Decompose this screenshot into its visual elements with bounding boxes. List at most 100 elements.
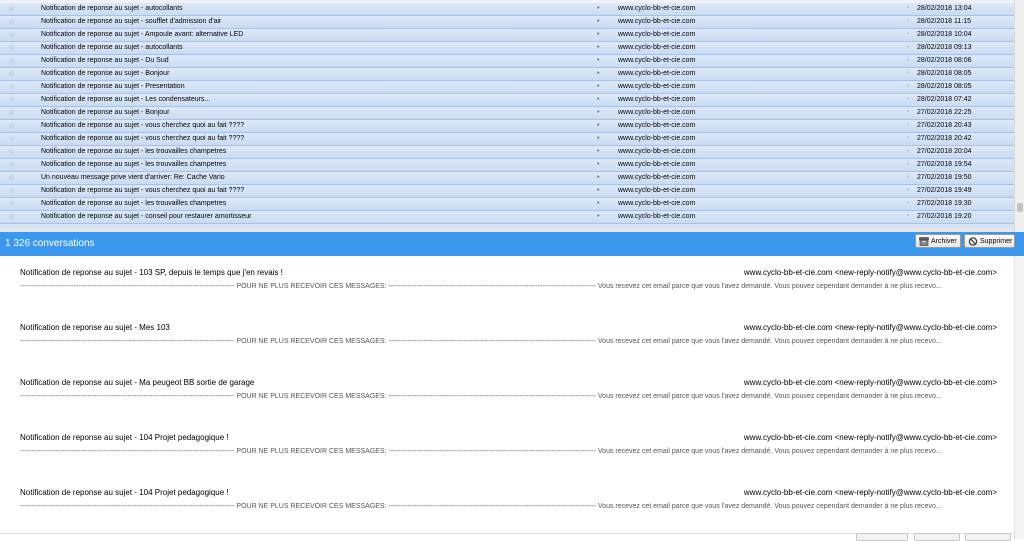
star-icon[interactable]: ☆ [8,133,15,145]
read-status-icon[interactable]: • [597,81,599,93]
footer-button[interactable] [965,533,1011,541]
star-icon[interactable]: ☆ [8,185,15,197]
conversation-sender: www.cyclo-bb-et-cie.com <new-reply-notif… [743,488,997,497]
star-icon[interactable]: ☆ [8,3,15,15]
conversation-title: Notification de reponse au sujet - 104 P… [20,488,229,497]
message-subject: Notification de reponse au sujet - Les c… [41,96,211,103]
message-date: 27/02/2018 19:50 [917,174,972,181]
conversation-card[interactable]: Notification de reponse au sujet - 104 P… [0,423,1014,479]
read-status-icon[interactable]: • [597,172,599,184]
star-icon[interactable]: ☆ [8,211,15,223]
archive-button[interactable]: Archiver [915,234,961,248]
message-row[interactable]: ☆ Notification de reponse au sujet - Pre… [0,81,1014,94]
read-status-icon[interactable]: • [597,107,599,119]
star-icon[interactable]: ☆ [8,16,15,28]
clock-icon: ◔ [905,5,910,12]
read-status-icon[interactable]: • [597,133,599,145]
conversation-title: Notification de reponse au sujet - Ma pe… [20,378,255,387]
message-row[interactable]: ☆ Notification de reponse au sujet - Les… [0,94,1014,107]
message-row[interactable]: ☆ Notification de reponse au sujet - Du … [0,55,1014,68]
message-subject: Notification de reponse au sujet - Bonjo… [41,109,170,116]
conversation-sender: www.cyclo-bb-et-cie.com <new-reply-notif… [743,378,997,387]
conversation-card[interactable]: Notification de reponse au sujet - 103 S… [0,258,1014,314]
read-status-icon[interactable]: • [597,29,599,41]
conversation-card[interactable]: Notification de reponse au sujet - Mes 1… [0,313,1014,369]
read-status-icon[interactable]: • [597,198,599,210]
star-icon[interactable]: ☆ [8,146,15,158]
star-icon[interactable]: ☆ [8,68,15,80]
conversation-preview: ----------------------------------------… [20,338,942,345]
star-icon[interactable]: ☆ [8,107,15,119]
star-icon[interactable]: ☆ [8,159,15,171]
read-status-icon[interactable]: • [597,159,599,171]
scrollbar-thumb[interactable] [1017,203,1023,212]
archive-label: Archiver [931,238,957,245]
message-row[interactable]: ☆ Notification de reponse au sujet - vou… [0,185,1014,198]
star-icon[interactable]: ☆ [8,55,15,67]
message-correspondent: www.cyclo-bb-et-cie.com [618,109,696,116]
star-icon[interactable]: ☆ [8,29,15,41]
conversation-preview: ----------------------------------------… [20,503,942,510]
message-correspondent: www.cyclo-bb-et-cie.com [618,161,696,168]
read-status-icon[interactable]: • [597,185,599,197]
conversation-preview: ----------------------------------------… [20,448,942,455]
read-status-icon[interactable]: • [597,68,599,80]
message-row[interactable]: ☆ Notification de reponse au sujet - aut… [0,42,1014,55]
conversation-card[interactable]: Notification de reponse au sujet - 104 P… [0,478,1014,534]
message-list[interactable]: ☆ Notification de reponse au sujet - aut… [0,0,1014,232]
message-row[interactable]: ☆ Un nouveau message prive vient d'arriv… [0,172,1014,185]
message-row[interactable]: ☆ Notification de reponse au sujet - les… [0,159,1014,172]
message-subject: Notification de reponse au sujet - vous … [41,135,245,142]
read-status-icon[interactable]: • [597,3,599,15]
star-icon[interactable]: ☆ [8,94,15,106]
clock-icon: ◔ [905,57,910,64]
conversations-header: 1 326 conversations [0,232,1024,256]
read-status-icon[interactable]: • [597,55,599,67]
star-icon[interactable]: ☆ [8,198,15,210]
message-subject: Notification de reponse au sujet - Ampou… [41,31,244,38]
message-row[interactable]: ☆ Notification de reponse au sujet - con… [0,211,1014,224]
conversation-card[interactable]: Notification de reponse au sujet - Ma pe… [0,368,1014,424]
star-icon[interactable]: ☆ [8,120,15,132]
message-date: 27/02/2018 19:30 [917,200,972,207]
message-correspondent: www.cyclo-bb-et-cie.com [618,31,696,38]
message-correspondent: www.cyclo-bb-et-cie.com [618,187,696,194]
delete-button[interactable]: Supprimer [964,234,1015,248]
message-row[interactable]: ☆ Notification de reponse au sujet - Bon… [0,107,1014,120]
star-icon[interactable]: ☆ [8,81,15,93]
message-correspondent: www.cyclo-bb-et-cie.com [618,5,696,12]
footer-button[interactable] [856,533,908,541]
conversation-sender: www.cyclo-bb-et-cie.com <new-reply-notif… [743,323,997,332]
message-row[interactable]: ☆ Notification de reponse au sujet - les… [0,198,1014,211]
message-correspondent: www.cyclo-bb-et-cie.com [618,213,696,220]
message-list-scrollbar[interactable] [1014,0,1024,232]
message-date: 28/02/2018 07:42 [917,96,972,103]
read-status-icon[interactable]: • [597,211,599,223]
read-status-icon[interactable]: • [597,120,599,132]
message-row[interactable]: ☆ Notification de reponse au sujet - Bon… [0,68,1014,81]
message-row[interactable]: ☆ Notification de reponse au sujet - vou… [0,133,1014,146]
read-status-icon[interactable]: • [597,146,599,158]
star-icon[interactable]: ☆ [8,42,15,54]
message-row[interactable]: ☆ Notification de reponse au sujet - aut… [0,3,1014,16]
conversation-pane-scrollbar[interactable] [1014,256,1024,539]
message-subject: Notification de reponse au sujet - vous … [41,187,245,194]
message-row[interactable]: ☆ Notification de reponse au sujet - Amp… [0,29,1014,42]
message-row[interactable]: ☆ Notification de reponse au sujet - vou… [0,120,1014,133]
conversation-sender: www.cyclo-bb-et-cie.com <new-reply-notif… [743,268,997,277]
archive-icon [919,237,929,246]
message-date: 28/02/2018 09:13 [917,44,972,51]
read-status-icon[interactable]: • [597,94,599,106]
message-row[interactable]: ☆ Notification de reponse au sujet - les… [0,146,1014,159]
message-row[interactable]: ☆ Notification de reponse au sujet - sou… [0,16,1014,29]
clock-icon: ◔ [905,18,910,25]
message-date: 27/02/2018 19:54 [917,161,972,168]
footer-button[interactable] [914,533,960,541]
read-status-icon[interactable]: • [597,16,599,28]
delete-label: Supprimer [980,238,1013,245]
star-icon[interactable]: ☆ [8,172,15,184]
clock-icon: ◔ [905,122,910,129]
clock-icon: ◔ [905,161,910,168]
read-status-icon[interactable]: • [597,42,599,54]
clock-icon: ◔ [905,187,910,194]
